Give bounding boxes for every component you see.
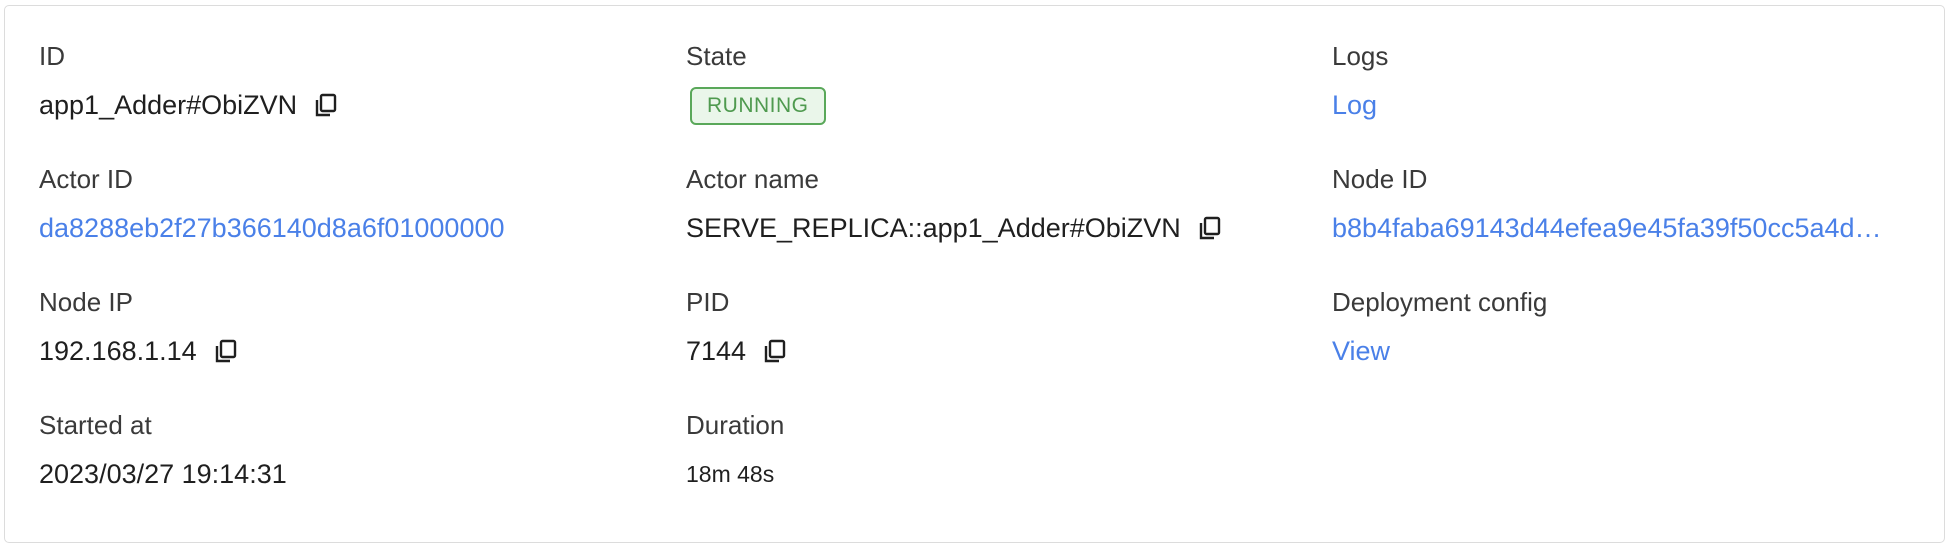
id-label: ID (39, 41, 65, 71)
id-value: app1_Adder#ObiZVN (39, 90, 298, 120)
logs-label: Logs (1332, 41, 1389, 71)
actor-name-value-row: SERVE_REPLICA::app1_Adder#ObiZVN (686, 212, 1223, 244)
replica-details-card: ID app1_Adder#ObiZVN State RUNNING Logs … (4, 5, 1945, 543)
state-label: State (686, 41, 747, 71)
node-ip-label: Node IP (39, 287, 133, 317)
started-at-label: Started at (39, 410, 152, 440)
node-ip-value: 192.168.1.14 (39, 336, 197, 366)
actor-id-link[interactable]: da8288eb2f27b366140d8a6f01000000 (39, 212, 505, 244)
actor-id-value-row: da8288eb2f27b366140d8a6f01000000 (39, 212, 505, 244)
log-link[interactable]: Log (1332, 89, 1377, 121)
logs-value-row: Log (1332, 89, 1377, 121)
node-id-link[interactable]: b8b4faba69143d44efea9e45fa39f50cc5a4d… (1332, 212, 1902, 244)
pid-value-row: 7144 (686, 335, 788, 367)
duration-label: Duration (686, 410, 785, 440)
started-at-value-row: 2023/03/27 19:14:31 (39, 458, 287, 490)
deployment-config-value-row: View (1332, 335, 1390, 367)
duration-value-row: 18m 48s (686, 458, 774, 490)
id-value-row: app1_Adder#ObiZVN (39, 89, 339, 121)
copy-icon[interactable] (1197, 215, 1223, 241)
pid-label: PID (686, 287, 730, 317)
copy-icon[interactable] (213, 338, 239, 364)
actor-name-label: Actor name (686, 164, 819, 194)
deployment-config-label: Deployment config (1332, 287, 1548, 317)
node-id-label: Node ID (1332, 164, 1428, 194)
started-at-value: 2023/03/27 19:14:31 (39, 459, 287, 489)
copy-icon[interactable] (762, 338, 788, 364)
pid-value: 7144 (686, 336, 747, 366)
actor-name-value: SERVE_REPLICA::app1_Adder#ObiZVN (686, 213, 1181, 243)
state-value-row: RUNNING (686, 87, 826, 125)
view-config-link[interactable]: View (1332, 335, 1390, 367)
node-ip-value-row: 192.168.1.14 (39, 335, 239, 367)
node-id-value-row: b8b4faba69143d44efea9e45fa39f50cc5a4d… (1332, 212, 1902, 244)
status-badge: RUNNING (690, 87, 826, 125)
duration-value: 18m 48s (686, 461, 775, 487)
copy-icon[interactable] (313, 92, 339, 118)
actor-id-label: Actor ID (39, 164, 133, 194)
